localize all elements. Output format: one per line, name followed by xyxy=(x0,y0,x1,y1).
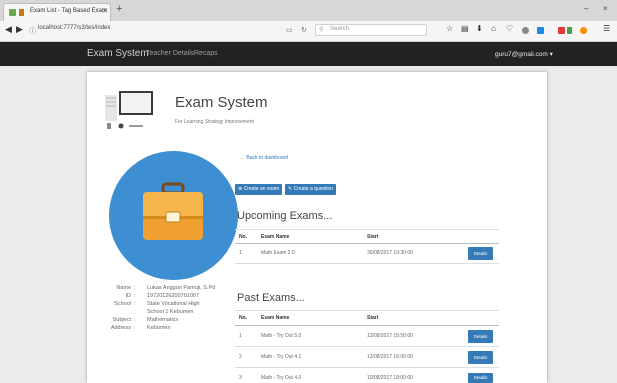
profile-label-subject: Subject xyxy=(112,317,131,323)
profile-label-school: School xyxy=(114,301,131,307)
extension-red-icon[interactable] xyxy=(558,27,565,34)
divider xyxy=(235,263,499,264)
row-start: 10/08/2017 18:00:00 xyxy=(367,375,413,381)
table-row: 1 Math Exam 2.0 30/08/2017 19:30:00 Deta… xyxy=(87,243,547,263)
main-card: Exam System For Learning Strategy Improv… xyxy=(87,72,547,383)
row-no: 1 xyxy=(239,250,242,256)
plus-circle-icon: ⊕ xyxy=(238,186,243,192)
tab-favicon-icon xyxy=(19,9,24,16)
create-question-button[interactable]: ✎ Create a question xyxy=(285,184,337,195)
back-to-dashboard-link[interactable]: ← Back to dashboard xyxy=(240,155,288,161)
upcoming-col-name: Exam Name xyxy=(261,234,290,240)
past-col-no: No. xyxy=(239,315,248,321)
exam-system-logo-icon xyxy=(105,91,153,129)
row-exam-name: Math - Try Out 5.0 xyxy=(261,333,302,339)
page-title: Exam System xyxy=(175,94,268,111)
close-window-button[interactable]: × xyxy=(603,4,608,13)
extension-orange-icon[interactable] xyxy=(580,27,587,34)
create-exam-button[interactable]: ⊕ Create an exam xyxy=(235,184,283,195)
divider xyxy=(235,310,499,311)
row-start: 30/08/2017 19:30:00 xyxy=(367,250,413,256)
profile-value-school: State Vocational High xyxy=(147,301,200,307)
download-icon[interactable]: ⬇ xyxy=(476,24,483,33)
pocket-icon[interactable]: ♡ xyxy=(506,24,513,33)
firefox-icon xyxy=(9,9,16,16)
table-row: 1 Math - Try Out 5.0 13/08/2017 15:50:00… xyxy=(87,325,547,346)
forward-arrow-icon[interactable]: ▶ xyxy=(16,24,23,35)
row-exam-name: Math - Try Out 4.1 xyxy=(261,354,302,360)
details-button[interactable]: Details xyxy=(468,247,493,260)
profile-label-id: ID xyxy=(125,293,132,299)
divider xyxy=(235,229,499,230)
profile-label-name: Name xyxy=(116,285,131,291)
profile-value-subject: Mathematics xyxy=(147,317,179,323)
row-exam-name: Math Exam 2.0 xyxy=(261,250,295,256)
briefcase-icon xyxy=(143,182,203,240)
home-icon[interactable]: ⌂ xyxy=(491,24,496,33)
browser-tab-bar: Exam List - Tag Based Exam ✕ + – × xyxy=(0,0,617,21)
profile-value-id: 19720126200701007 xyxy=(147,293,200,299)
row-start: 13/08/2017 15:50:00 xyxy=(367,333,413,339)
details-button[interactable]: Details xyxy=(468,351,493,364)
search-placeholder: Search xyxy=(330,26,350,32)
browser-tab[interactable]: Exam List - Tag Based Exam ✕ xyxy=(3,3,111,21)
new-tab-button[interactable]: + xyxy=(116,3,122,15)
past-col-start: Start xyxy=(367,315,379,321)
row-start: 13/08/2017 16:00:00 xyxy=(367,354,413,360)
search-icon: ⚲ xyxy=(319,27,324,33)
colon: : xyxy=(134,285,136,291)
info-icon[interactable]: ⓘ xyxy=(29,26,36,36)
arrow-left-icon: ← xyxy=(240,155,245,161)
extension-icon[interactable] xyxy=(522,27,529,34)
pencil-icon: ✎ xyxy=(288,186,293,192)
table-row: 3 Math - Try Out 4.0 10/08/2017 18:00:00… xyxy=(87,367,547,383)
row-no: 2 xyxy=(239,354,242,360)
app-navbar: Exam System Teacher Details Recaps guru7… xyxy=(0,42,617,66)
nav-recaps[interactable]: Recaps xyxy=(194,50,218,57)
bookmark-star-icon[interactable]: ☆ xyxy=(446,24,453,33)
profile-value-school-cont: School 1 Kebumen xyxy=(147,309,194,315)
create-exam-label: Create an exam xyxy=(243,186,280,192)
colon: : xyxy=(134,317,136,323)
url-bar[interactable]: localhost:7777/s3/tes/index xyxy=(38,25,110,31)
details-button[interactable]: Details xyxy=(468,373,493,383)
row-no: 1 xyxy=(239,333,242,339)
upcoming-exams-heading: Upcoming Exams... xyxy=(237,210,333,222)
row-no: 3 xyxy=(239,375,242,381)
minimize-button[interactable]: – xyxy=(584,4,588,13)
reload-icon[interactable]: ↻ xyxy=(301,26,307,34)
row-exam-name: Math - Try Out 4.0 xyxy=(261,375,302,381)
extension-green-icon[interactable] xyxy=(567,27,572,34)
reader-icon[interactable]: ▭ xyxy=(286,26,293,34)
library-icon[interactable]: ▤ xyxy=(461,24,469,33)
brand-link[interactable]: Exam System xyxy=(87,48,149,59)
past-col-name: Exam Name xyxy=(261,315,290,321)
tab-close-icon[interactable]: ✕ xyxy=(102,7,108,15)
colon: : xyxy=(134,293,136,299)
page-subtitle: For Learning Strategy Improvement xyxy=(175,119,254,125)
search-box[interactable]: ⚲ Search xyxy=(315,24,427,36)
table-row: 2 Math - Try Out 4.1 13/08/2017 16:00:00… xyxy=(87,346,547,367)
past-exams-heading: Past Exams... xyxy=(237,292,305,304)
profile-value-name: Lukas Anggun Pamuji, S.Pd xyxy=(147,285,216,291)
menu-icon[interactable]: ☰ xyxy=(603,24,610,33)
colon: : xyxy=(134,301,136,307)
back-to-dashboard-label: Back to dashboard xyxy=(246,155,289,161)
back-arrow-icon[interactable]: ◀ xyxy=(5,24,12,35)
details-button[interactable]: Details xyxy=(468,330,493,343)
upcoming-col-no: No. xyxy=(239,234,248,240)
create-question-label: Create a question xyxy=(293,186,334,192)
nav-teacher-details[interactable]: Teacher Details xyxy=(146,50,194,57)
extension-blue-icon[interactable] xyxy=(537,27,544,34)
tab-title: Exam List - Tag Based Exam xyxy=(30,8,107,14)
user-menu[interactable]: guru7@gmail.com ▾ xyxy=(495,50,553,58)
browser-nav-bar: ◀ ▶ ⓘ localhost:7777/s3/tes/index ▭ ↻ ⚲ … xyxy=(0,21,617,42)
upcoming-col-start: Start xyxy=(367,234,379,240)
